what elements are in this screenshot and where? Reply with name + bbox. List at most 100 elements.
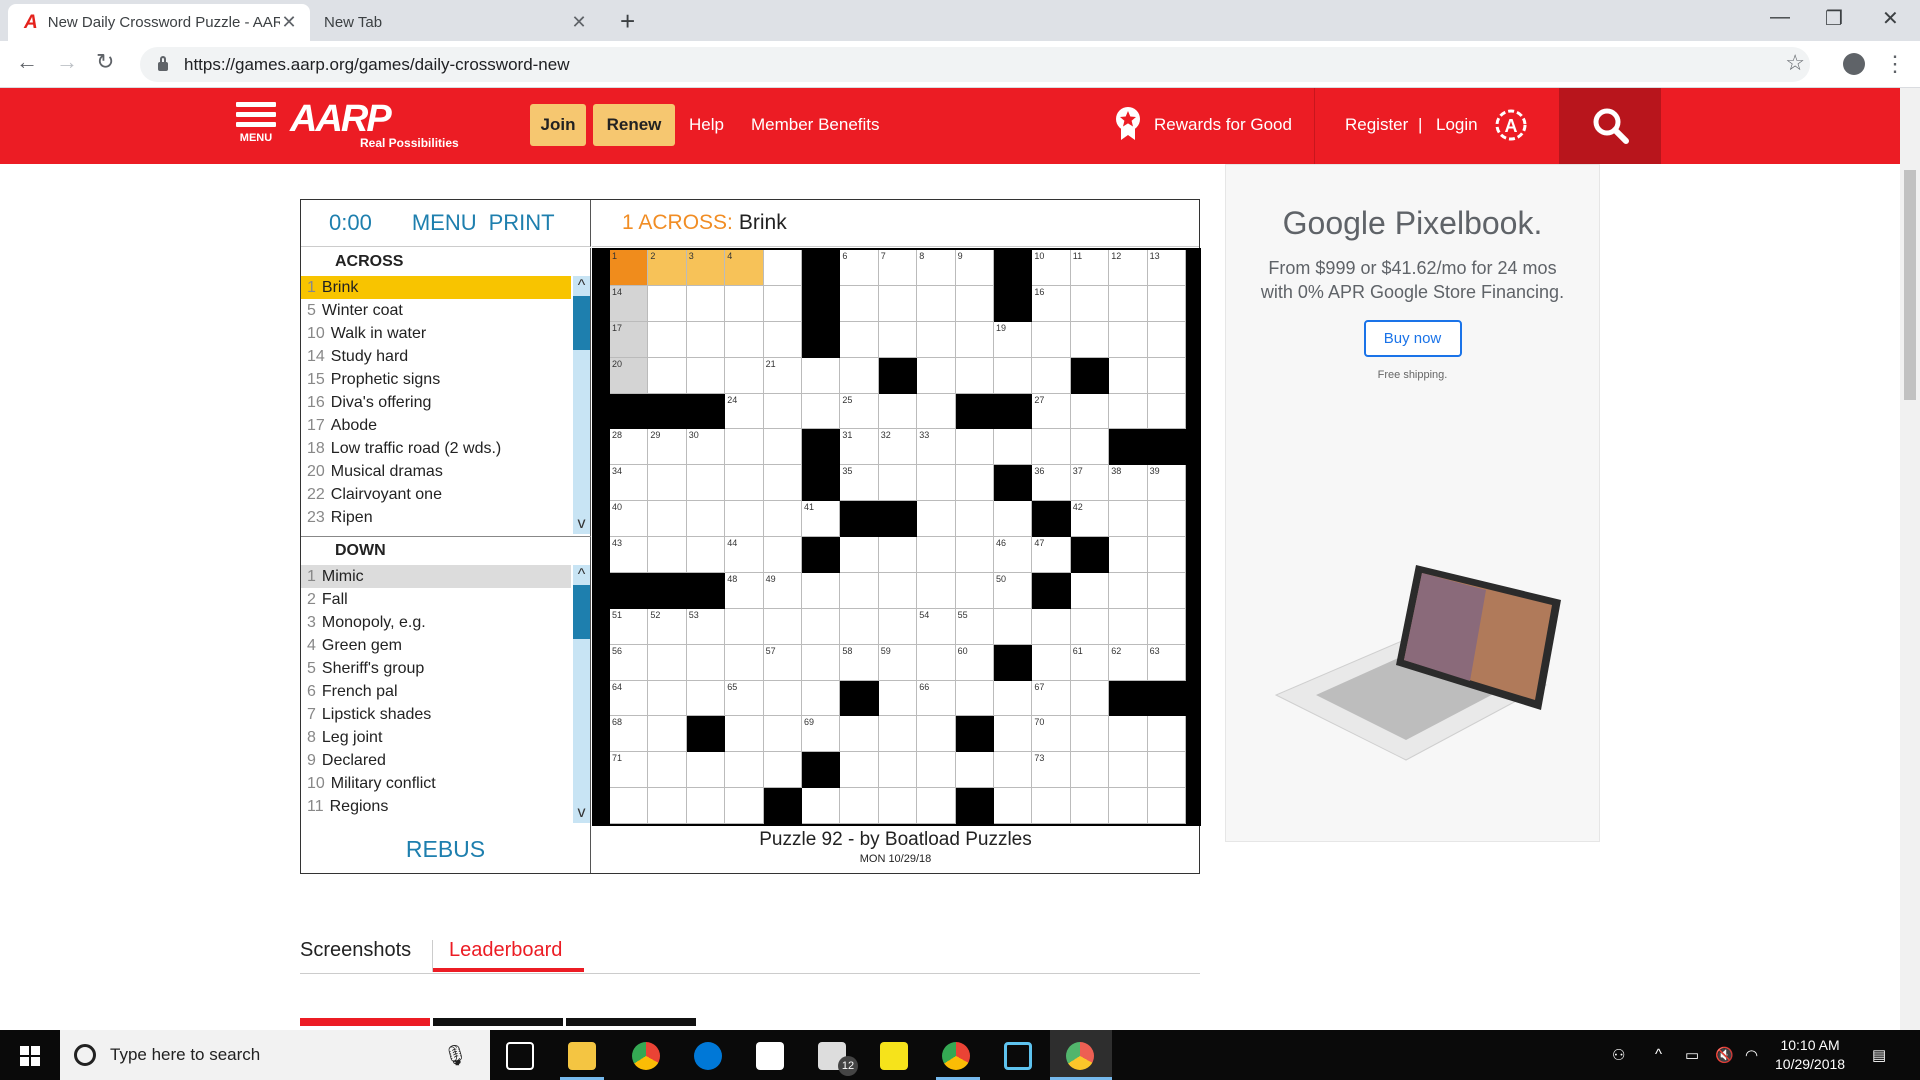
grid-cell[interactable] — [1147, 501, 1186, 537]
clue-item[interactable]: 16 Diva's offering — [301, 391, 571, 414]
leaderboard-period-tab[interactable] — [566, 1018, 696, 1026]
address-bar[interactable]: https://games.aarp.org/games/daily-cross… — [140, 47, 1810, 82]
people-icon[interactable]: ⚇ — [1612, 1046, 1625, 1064]
grid-cell[interactable] — [840, 572, 879, 609]
grid-cell[interactable]: 4 — [725, 250, 764, 286]
pixelbook-ad[interactable]: Google Pixelbook. From $999 or $41.62/mo… — [1225, 164, 1600, 842]
grid-cell[interactable] — [1070, 393, 1110, 430]
grid-cell[interactable] — [917, 285, 956, 322]
grid-cell[interactable]: 34 — [610, 465, 649, 502]
grid-cell[interactable] — [878, 752, 918, 789]
grid-cell[interactable]: 30 — [686, 429, 726, 466]
grid-cell[interactable]: 1 — [610, 250, 649, 286]
grid-cell[interactable] — [1109, 788, 1148, 824]
grid-cell[interactable] — [725, 321, 764, 358]
grid-cell[interactable] — [648, 788, 687, 824]
grid-cell[interactable]: 10 — [1032, 250, 1071, 286]
grid-cell[interactable]: 35 — [840, 465, 879, 502]
grid-cell[interactable]: 42 — [1070, 501, 1110, 537]
grid-cell[interactable] — [686, 321, 726, 358]
battery-icon[interactable]: ▭ — [1685, 1046, 1699, 1064]
scroll-up-icon[interactable]: ^ — [574, 567, 589, 583]
grid-cell[interactable] — [648, 537, 687, 573]
grid-cell[interactable] — [1070, 752, 1110, 789]
browser-menu-icon[interactable]: ⋮ — [1884, 51, 1906, 77]
grid-cell[interactable] — [1109, 393, 1148, 430]
grid-cell[interactable]: 49 — [763, 572, 802, 609]
grid-cell[interactable] — [1147, 572, 1186, 609]
grid-cell[interactable] — [840, 285, 879, 322]
header-search-button[interactable] — [1559, 88, 1661, 164]
grid-cell[interactable] — [917, 321, 956, 358]
grid-cell[interactable] — [725, 465, 764, 502]
grid-cell[interactable] — [1032, 429, 1071, 466]
clue-item[interactable]: 23 Ripen — [301, 506, 571, 529]
grid-cell[interactable]: 44 — [725, 537, 764, 573]
grid-cell[interactable] — [840, 537, 879, 573]
grid-cell[interactable] — [840, 321, 879, 358]
grid-cell[interactable] — [994, 752, 1033, 789]
grid-cell[interactable]: 55 — [955, 608, 994, 645]
grid-cell[interactable] — [1070, 285, 1110, 322]
grid-cell[interactable] — [1109, 608, 1148, 645]
action-center-icon[interactable]: ▤ — [1872, 1046, 1886, 1064]
grid-cell[interactable] — [763, 429, 802, 466]
grid-cell[interactable] — [763, 285, 802, 322]
grid-cell[interactable]: 33 — [917, 429, 956, 466]
grid-cell[interactable] — [1147, 752, 1186, 789]
leaderboard-period-tab[interactable] — [300, 1018, 430, 1026]
grid-cell[interactable] — [725, 788, 764, 824]
grid-cell[interactable]: 59 — [878, 644, 918, 681]
renew-button[interactable]: Renew — [593, 104, 675, 146]
grid-cell[interactable] — [725, 285, 764, 322]
grid-cell[interactable] — [1147, 357, 1186, 394]
tab-crossword[interactable]: A New Daily Crossword Puzzle - AARP ✕ — [8, 4, 310, 41]
crossword-menu-button[interactable]: MENU — [412, 210, 477, 236]
member-benefits-link[interactable]: Member Benefits — [751, 115, 880, 135]
store-icon[interactable] — [756, 1042, 784, 1070]
grid-cell[interactable] — [1070, 429, 1110, 466]
grid-cell[interactable] — [648, 285, 687, 322]
grid-cell[interactable]: 53 — [686, 608, 726, 645]
clue-item[interactable]: 14 Study hard — [301, 345, 571, 368]
grid-cell[interactable] — [1147, 393, 1186, 430]
grid-cell[interactable] — [763, 465, 802, 502]
grid-cell[interactable]: 19 — [994, 321, 1033, 358]
grid-cell[interactable] — [648, 644, 687, 681]
grid-cell[interactable] — [1109, 752, 1148, 789]
grid-cell[interactable]: 63 — [1147, 644, 1186, 681]
grid-cell[interactable]: 14 — [610, 285, 649, 322]
grid-cell[interactable] — [802, 357, 841, 394]
grid-cell[interactable] — [1147, 537, 1186, 573]
grid-cell[interactable]: 32 — [878, 429, 918, 466]
grid-cell[interactable] — [994, 429, 1033, 466]
grid-cell[interactable] — [917, 537, 956, 573]
bookmark-star-icon[interactable]: ☆ — [1785, 50, 1805, 76]
down-scrollbar[interactable]: ^ v — [573, 565, 590, 823]
grid-cell[interactable] — [802, 393, 841, 430]
scroll-down-icon[interactable]: v — [574, 805, 589, 821]
grid-cell[interactable] — [994, 501, 1033, 537]
grid-cell[interactable] — [840, 788, 879, 824]
close-tab-icon[interactable]: ✕ — [570, 12, 588, 33]
grid-cell[interactable]: 71 — [610, 752, 649, 789]
grid-cell[interactable] — [648, 501, 687, 537]
page-scroll-thumb[interactable] — [1904, 170, 1916, 400]
grid-cell[interactable]: 39 — [1147, 465, 1186, 502]
grid-cell[interactable] — [1147, 608, 1186, 645]
buy-now-button[interactable]: Buy now — [1363, 320, 1462, 357]
login-user-icon[interactable]: A — [1494, 108, 1528, 142]
grid-cell[interactable] — [1070, 716, 1110, 753]
grid-cell[interactable]: 73 — [1032, 752, 1071, 789]
grid-cell[interactable] — [686, 644, 726, 681]
grid-cell[interactable] — [1109, 357, 1148, 394]
grid-cell[interactable] — [1109, 716, 1148, 753]
grid-cell[interactable] — [725, 716, 764, 753]
grid-cell[interactable] — [802, 788, 841, 824]
grid-cell[interactable]: 65 — [725, 680, 764, 717]
grid-cell[interactable] — [955, 357, 994, 394]
grid-cell[interactable]: 51 — [610, 608, 649, 645]
grid-cell[interactable] — [878, 465, 918, 502]
grid-cell[interactable] — [917, 501, 956, 537]
grid-cell[interactable]: 52 — [648, 608, 687, 645]
